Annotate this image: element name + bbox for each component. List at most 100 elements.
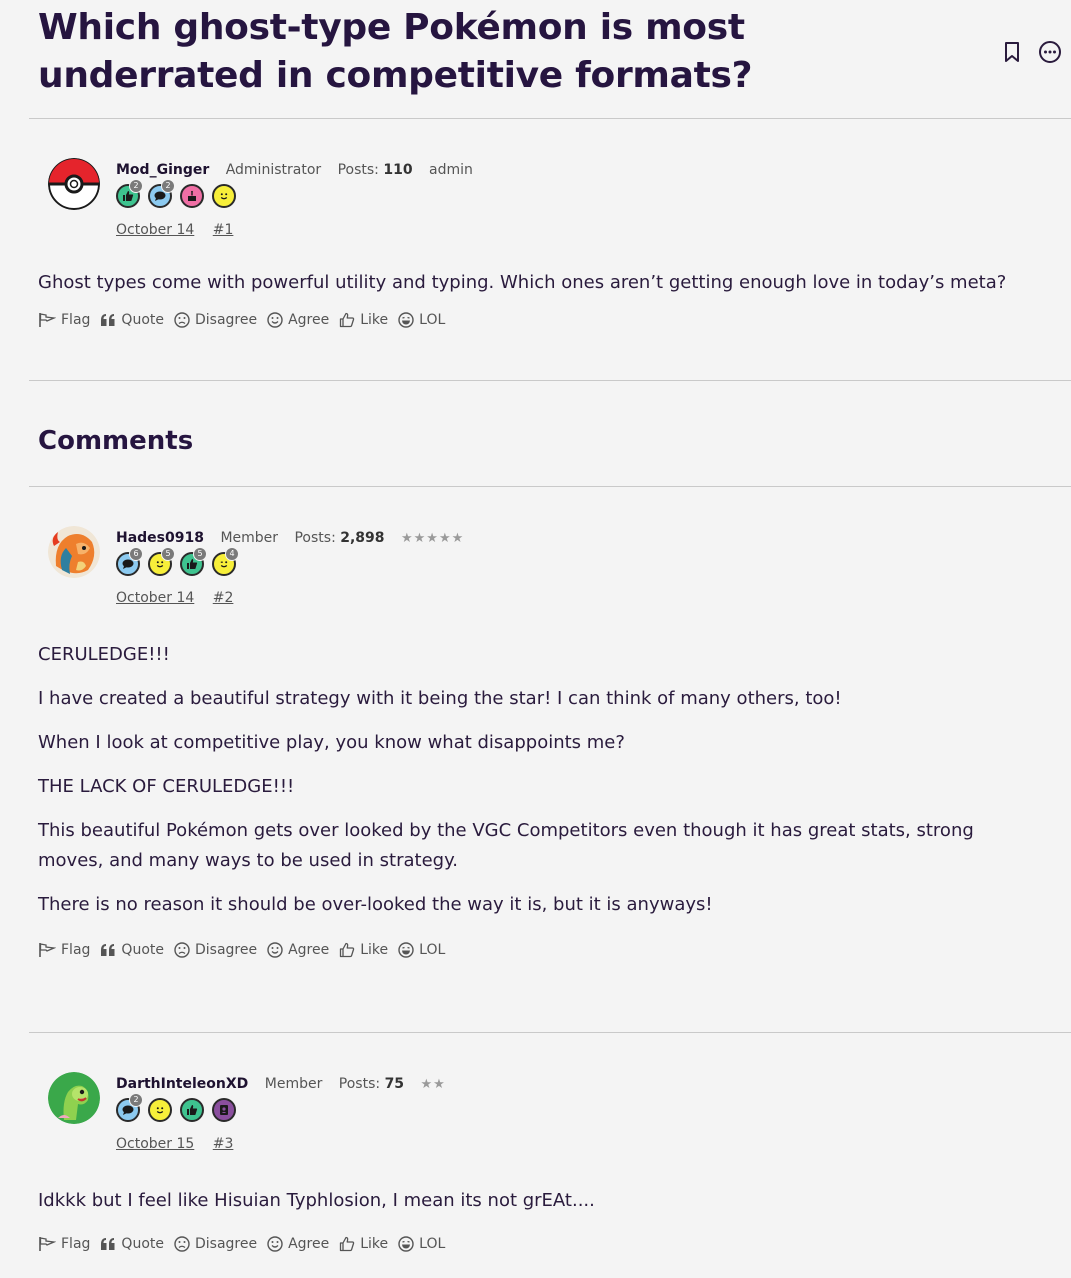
post-paragraph: There is no reason it should be over-loo… xyxy=(38,894,713,915)
laugh-icon xyxy=(398,1236,414,1252)
quote-icon xyxy=(101,944,115,956)
laugh-icon xyxy=(398,942,414,958)
rank-stars: ★★★★★ xyxy=(401,531,465,546)
badge-count: 6 xyxy=(129,547,143,561)
reaction-bar: Flag Quote Disagree Agree Like LOL xyxy=(38,1236,1041,1252)
reaction-bar: Flag Quote Disagree Agree Like LOL xyxy=(38,942,1041,958)
agree-label: Agree xyxy=(288,312,330,328)
author-name[interactable]: DarthInteleonXD xyxy=(116,1076,248,1092)
avatar-tropius[interactable] xyxy=(48,1072,100,1124)
comment-badge-icon[interactable]: 2 xyxy=(148,179,175,208)
bookmark-icon[interactable] xyxy=(1000,40,1024,64)
flag-button[interactable]: Flag xyxy=(38,1236,90,1252)
posts-label: Posts: xyxy=(337,162,379,178)
comments-heading: Comments xyxy=(38,426,194,456)
reaction-bar: Flag Quote Disagree Agree Like LOL xyxy=(38,312,1041,328)
quote-button[interactable]: Quote xyxy=(100,312,164,328)
author-extra: admin xyxy=(429,162,473,178)
smile-badge-icon[interactable]: 5 xyxy=(148,547,175,576)
quote-button[interactable]: Quote xyxy=(100,1236,164,1252)
more-options-icon[interactable] xyxy=(1038,40,1062,64)
post-paragraph: Idkkk but I feel like Hisuian Typhlosion… xyxy=(38,1190,595,1211)
address-book-badge-icon[interactable] xyxy=(212,1098,236,1122)
disagree-label: Disagree xyxy=(194,1236,258,1252)
author-name[interactable]: Hades0918 xyxy=(116,530,204,546)
frown-icon xyxy=(174,942,190,958)
author-name[interactable]: Mod_Ginger xyxy=(116,162,209,178)
flag-button[interactable]: Flag xyxy=(38,312,90,328)
smile-badge-icon[interactable] xyxy=(148,1098,172,1122)
laugh-icon xyxy=(398,312,414,328)
page-title: Which ghost-type Pokémon is most underra… xyxy=(38,7,753,96)
frown-icon xyxy=(174,312,190,328)
post-paragraph: CERULEDGE!!! xyxy=(38,644,170,665)
flag-icon xyxy=(39,943,56,957)
post-2: Hades0918 Member Posts: 2,898 ★★★★★ 6 5 … xyxy=(38,526,1041,958)
post-number-link[interactable]: #1 xyxy=(213,222,234,238)
post-body: Ghost types come with powerful utility a… xyxy=(38,268,1041,298)
flag-label: Flag xyxy=(61,312,91,328)
flag-label: Flag xyxy=(61,1236,91,1252)
comment-badge-icon[interactable]: 6 xyxy=(116,547,143,576)
disagree-label: Disagree xyxy=(194,942,258,958)
smile-badge-icon[interactable] xyxy=(212,184,236,208)
like-label: Like xyxy=(360,942,389,958)
post-dateline: October 14 #2 xyxy=(116,590,247,606)
post-paragraph: I have created a beautiful strategy with… xyxy=(38,688,842,709)
post-paragraph: This beautiful Pokémon gets over looked … xyxy=(38,820,974,871)
divider xyxy=(29,486,1071,487)
badge-count: 2 xyxy=(129,179,143,193)
author-role: Administrator xyxy=(225,162,322,178)
post-body: Idkkk but I feel like Hisuian Typhlosion… xyxy=(38,1186,1041,1216)
avatar-pokeball[interactable] xyxy=(48,158,100,210)
lol-label: LOL xyxy=(419,312,446,328)
quote-label: Quote xyxy=(121,312,164,328)
thumbs-up-badge-icon[interactable] xyxy=(180,1098,204,1122)
post-paragraph: Ghost types come with powerful utility a… xyxy=(38,272,1007,293)
posts-count: 110 xyxy=(383,162,413,178)
avatar-charizard[interactable] xyxy=(48,526,100,578)
post-number-link[interactable]: #3 xyxy=(213,1136,234,1152)
agree-button[interactable]: Agree xyxy=(267,1236,329,1252)
author-role: Member xyxy=(264,1076,323,1092)
like-button[interactable]: Like xyxy=(339,312,388,328)
wink-badge-icon[interactable]: 4 xyxy=(212,547,239,576)
quote-button[interactable]: Quote xyxy=(100,942,164,958)
thumbs-up-icon xyxy=(340,942,355,958)
disagree-button[interactable]: Disagree xyxy=(174,1236,257,1252)
cake-badge-icon[interactable] xyxy=(180,184,204,208)
post-date-link[interactable]: October 14 xyxy=(116,590,194,606)
rank-stars: ★★ xyxy=(420,1077,446,1092)
posts-label: Posts: xyxy=(294,530,336,546)
post-number-link[interactable]: #2 xyxy=(213,590,234,606)
like-button[interactable]: Like xyxy=(339,1236,388,1252)
lol-label: LOL xyxy=(419,942,446,958)
post-date-link[interactable]: October 14 xyxy=(116,222,194,238)
quote-icon xyxy=(101,314,115,326)
badge-count: 5 xyxy=(193,547,207,561)
badges: 6 5 5 4 xyxy=(116,547,239,576)
agree-button[interactable]: Agree xyxy=(267,312,329,328)
like-button[interactable]: Like xyxy=(339,942,388,958)
comment-badge-icon[interactable]: 2 xyxy=(116,1093,143,1122)
badge-count: 2 xyxy=(161,179,175,193)
smile-icon xyxy=(267,942,283,958)
post-1: Mod_Ginger Administrator Posts: 110 admi… xyxy=(38,158,1041,328)
thumbs-up-badge-icon[interactable]: 5 xyxy=(180,547,207,576)
lol-button[interactable]: LOL xyxy=(398,1236,445,1252)
author-meta: Hades0918 Member Posts: 2,898 ★★★★★ xyxy=(116,530,464,546)
disagree-button[interactable]: Disagree xyxy=(174,312,257,328)
post-paragraph: When I look at competitive play, you kno… xyxy=(38,732,625,753)
thumbs-up-badge-icon[interactable]: 2 xyxy=(116,179,143,208)
disagree-button[interactable]: Disagree xyxy=(174,942,257,958)
flag-button[interactable]: Flag xyxy=(38,942,90,958)
post-date-link[interactable]: October 15 xyxy=(116,1136,194,1152)
post-3: DarthInteleonXD Member Posts: 75 ★★ 2 Oc… xyxy=(38,1072,1041,1252)
badge-count: 2 xyxy=(129,1093,143,1107)
like-label: Like xyxy=(360,1236,389,1252)
agree-button[interactable]: Agree xyxy=(267,942,329,958)
divider xyxy=(29,380,1071,381)
lol-button[interactable]: LOL xyxy=(398,312,445,328)
divider xyxy=(29,118,1071,119)
lol-button[interactable]: LOL xyxy=(398,942,445,958)
